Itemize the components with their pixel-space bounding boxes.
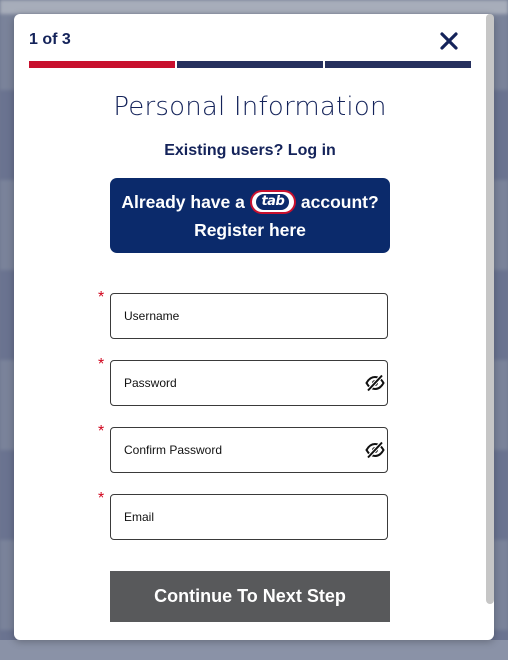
username-field-box [110,293,388,339]
required-marker: * [98,356,105,373]
register-prefix: Already have a [121,191,245,212]
progress-bar [29,61,471,68]
login-link[interactable]: Existing users? Log in [14,142,486,160]
eye-slash-icon [365,441,385,459]
close-button[interactable] [438,30,460,52]
register-suffix: account? [300,191,379,212]
required-marker: * [98,423,105,440]
modal-scrollbar[interactable] [486,14,494,604]
step-indicator: 1 of 3 [29,31,71,48]
password-visibility-toggle[interactable] [365,374,385,392]
eye-slash-icon [365,374,385,392]
page-backdrop-bottom [0,640,508,660]
confirm-password-row: * [98,423,390,475]
progress-segment-3 [325,61,471,68]
username-row: * [98,289,390,341]
password-field-box [110,360,388,406]
progress-segment-2 [177,61,323,68]
tab-logo-text: tab [256,194,290,210]
email-row: * [98,490,390,542]
password-input[interactable] [124,361,354,405]
continue-button[interactable]: Continue To Next Step [110,571,390,622]
confirm-password-field-box [110,427,388,473]
progress-segment-1 [29,61,175,68]
tab-logo: tab [249,190,296,214]
password-row: * [98,356,390,408]
required-marker: * [98,490,105,507]
register-banner-button[interactable]: Already have a tab account? Register her… [110,178,390,253]
close-icon [440,32,458,50]
register-here-text: Register here [194,220,306,240]
confirm-password-input[interactable] [124,428,354,472]
confirm-password-visibility-toggle[interactable] [365,441,385,459]
email-field-box [110,494,388,540]
username-input[interactable] [124,294,354,338]
page-title: Personal Information [113,92,387,122]
required-marker: * [98,289,105,306]
email-input[interactable] [124,495,354,539]
registration-modal: 1 of 3 Personal Information Existing use… [14,14,494,640]
